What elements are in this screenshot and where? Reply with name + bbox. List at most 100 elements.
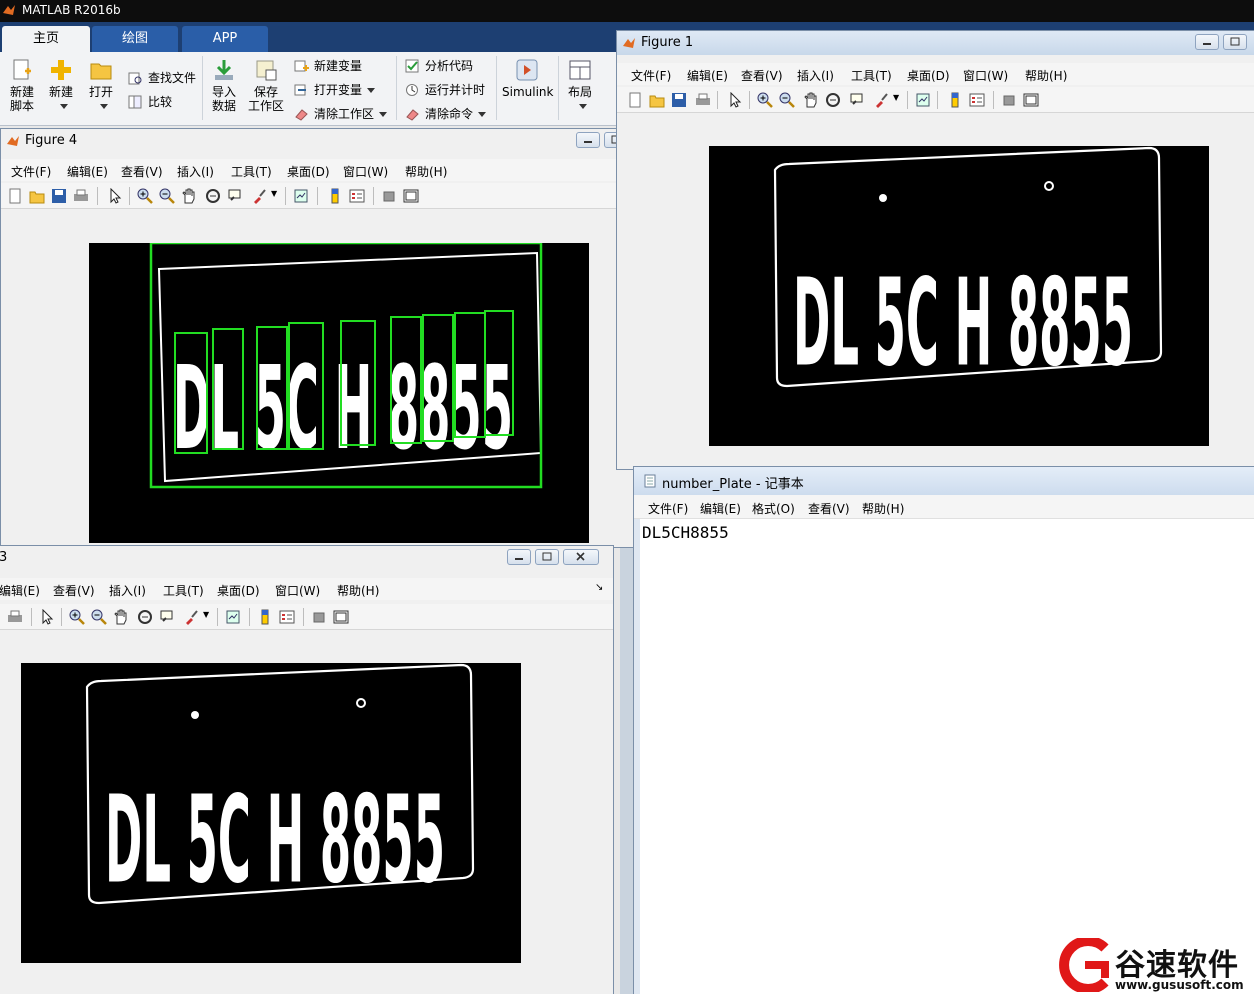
chevron-down-icon[interactable]: ▼ bbox=[271, 189, 277, 198]
chevron-down-icon[interactable] bbox=[478, 112, 487, 117]
brush-icon[interactable] bbox=[873, 92, 889, 108]
data-cursor-icon[interactable] bbox=[849, 92, 865, 108]
maximize-button[interactable] bbox=[535, 549, 559, 565]
import-data-button[interactable]: 导入 数据 bbox=[208, 58, 240, 113]
clear-commands-button[interactable]: 清除命令 bbox=[405, 104, 487, 124]
hide-plot-tools-icon[interactable] bbox=[1001, 92, 1017, 108]
menu-view[interactable]: 查看(V) bbox=[741, 67, 783, 84]
new-figure-icon[interactable] bbox=[7, 188, 23, 204]
run-and-time-button[interactable]: 运行并计时 bbox=[405, 80, 485, 100]
print-icon[interactable] bbox=[695, 92, 711, 108]
link-plot-icon[interactable] bbox=[915, 92, 931, 108]
menu-tools[interactable]: 工具(T) bbox=[231, 163, 272, 180]
menu-format[interactable]: 格式(O) bbox=[752, 500, 795, 517]
rotate-3d-icon[interactable] bbox=[137, 609, 153, 625]
open-variable-button[interactable]: 打开变量 bbox=[294, 80, 376, 100]
zoom-in-icon[interactable] bbox=[757, 92, 773, 108]
menu-window[interactable]: 窗口(W) bbox=[963, 67, 1008, 84]
open-button[interactable]: 打开 bbox=[84, 58, 118, 113]
data-cursor-icon[interactable] bbox=[159, 609, 175, 625]
colorbar-icon[interactable] bbox=[327, 188, 343, 204]
print-icon[interactable] bbox=[7, 609, 23, 625]
data-cursor-icon[interactable] bbox=[227, 188, 243, 204]
menu-edit[interactable]: 编辑(E) bbox=[687, 67, 728, 84]
chevron-down-icon[interactable] bbox=[367, 88, 376, 93]
pan-hand-icon[interactable] bbox=[803, 92, 819, 108]
zoom-in-icon[interactable] bbox=[69, 609, 85, 625]
link-plot-icon[interactable] bbox=[293, 188, 309, 204]
close-button[interactable] bbox=[563, 549, 599, 565]
minimize-button[interactable] bbox=[507, 549, 531, 565]
menu-edit[interactable]: 编辑(E) bbox=[0, 582, 40, 599]
legend-icon[interactable] bbox=[349, 188, 365, 204]
menu-insert[interactable]: 插入(I) bbox=[109, 582, 146, 599]
menu-file[interactable]: 文件(F) bbox=[11, 163, 51, 180]
rotate-3d-icon[interactable] bbox=[205, 188, 221, 204]
save-icon[interactable] bbox=[51, 188, 67, 204]
brush-icon[interactable] bbox=[183, 609, 199, 625]
menu-view[interactable]: 查看(V) bbox=[121, 163, 163, 180]
colorbar-icon[interactable] bbox=[947, 92, 963, 108]
new-figure-icon[interactable] bbox=[627, 92, 643, 108]
new-script-button[interactable]: 新建 脚本 bbox=[6, 58, 38, 113]
menu-help[interactable]: 帮助(H) bbox=[405, 163, 447, 180]
show-plot-tools-icon[interactable] bbox=[333, 609, 349, 625]
menu-insert[interactable]: 插入(I) bbox=[177, 163, 214, 180]
menu-desktop[interactable]: 桌面(D) bbox=[287, 163, 330, 180]
pan-hand-icon[interactable] bbox=[113, 609, 129, 625]
new-variable-button[interactable]: 新建变量 bbox=[294, 56, 362, 76]
hide-plot-tools-icon[interactable] bbox=[311, 609, 327, 625]
menu-window[interactable]: 窗口(W) bbox=[343, 163, 388, 180]
menu-help[interactable]: 帮助(H) bbox=[337, 582, 379, 599]
notepad-text-area[interactable]: DL5CH8855 bbox=[642, 523, 729, 542]
folder-icon[interactable] bbox=[649, 92, 665, 108]
folder-icon[interactable] bbox=[29, 188, 45, 204]
chevron-down-icon[interactable]: ▼ bbox=[203, 610, 209, 619]
zoom-out-icon[interactable] bbox=[779, 92, 795, 108]
compare-button[interactable]: 比较 bbox=[128, 92, 172, 112]
menu-tools[interactable]: 工具(T) bbox=[163, 582, 204, 599]
menu-window[interactable]: 窗口(W) bbox=[275, 582, 320, 599]
print-icon[interactable] bbox=[73, 188, 89, 204]
menu-desktop[interactable]: 桌面(D) bbox=[907, 67, 950, 84]
show-plot-tools-icon[interactable] bbox=[1023, 92, 1039, 108]
new-button[interactable]: 新建 bbox=[44, 58, 78, 113]
menu-desktop[interactable]: 桌面(D) bbox=[217, 582, 260, 599]
menu-file[interactable]: 文件(F) bbox=[648, 500, 688, 517]
rotate-3d-icon[interactable] bbox=[825, 92, 841, 108]
find-files-button[interactable]: 查找文件 bbox=[128, 68, 196, 88]
menu-edit[interactable]: 编辑(E) bbox=[67, 163, 108, 180]
chevron-down-icon[interactable]: ▼ bbox=[893, 93, 899, 102]
pan-hand-icon[interactable] bbox=[181, 188, 197, 204]
save-workspace-button[interactable]: 保存 工作区 bbox=[246, 58, 286, 113]
legend-icon[interactable] bbox=[969, 92, 985, 108]
menu-help[interactable]: 帮助(H) bbox=[862, 500, 904, 517]
tab-plots[interactable]: 绘图 bbox=[92, 26, 178, 52]
menu-view[interactable]: 查看(V) bbox=[53, 582, 95, 599]
menu-insert[interactable]: 插入(I) bbox=[797, 67, 834, 84]
clear-workspace-button[interactable]: 清除工作区 bbox=[294, 104, 388, 124]
menu-view[interactable]: 查看(V) bbox=[808, 500, 850, 517]
tab-home[interactable]: 主页 bbox=[2, 26, 90, 52]
minimize-button[interactable] bbox=[1195, 34, 1219, 50]
zoom-out-icon[interactable] bbox=[159, 188, 175, 204]
menu-help[interactable]: 帮助(H) bbox=[1025, 67, 1067, 84]
show-plot-tools-icon[interactable] bbox=[403, 188, 419, 204]
hide-plot-tools-icon[interactable] bbox=[381, 188, 397, 204]
legend-icon[interactable] bbox=[279, 609, 295, 625]
colorbar-icon[interactable] bbox=[257, 609, 273, 625]
dock-arrow-icon[interactable]: ↘ bbox=[595, 582, 603, 593]
zoom-in-icon[interactable] bbox=[137, 188, 153, 204]
link-plot-icon[interactable] bbox=[225, 609, 241, 625]
layout-button[interactable]: 布局 bbox=[562, 58, 598, 113]
maximize-button[interactable] bbox=[1223, 34, 1247, 50]
save-icon[interactable] bbox=[671, 92, 687, 108]
menu-tools[interactable]: 工具(T) bbox=[851, 67, 892, 84]
brush-icon[interactable] bbox=[251, 188, 267, 204]
pointer-icon[interactable] bbox=[107, 188, 123, 204]
pointer-icon[interactable] bbox=[39, 609, 55, 625]
zoom-out-icon[interactable] bbox=[91, 609, 107, 625]
menu-edit[interactable]: 编辑(E) bbox=[700, 500, 741, 517]
chevron-down-icon[interactable] bbox=[379, 112, 388, 117]
tab-apps[interactable]: APP bbox=[182, 26, 268, 52]
